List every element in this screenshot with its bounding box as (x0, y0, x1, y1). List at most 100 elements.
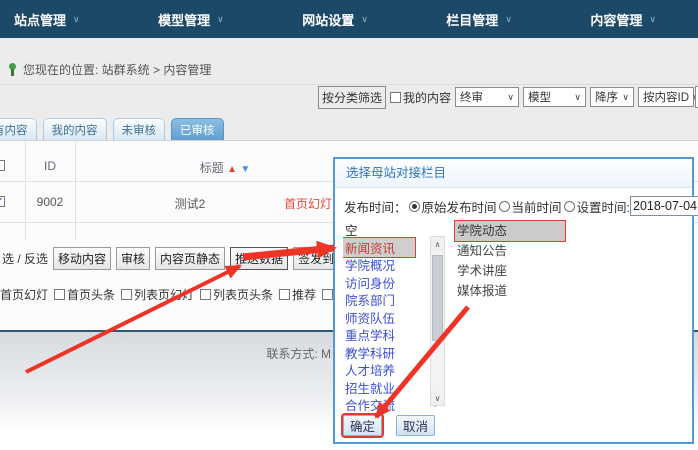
radio-original-time-label: 原始发布时间 (422, 197, 497, 216)
list-item-label: 空 (343, 221, 415, 239)
radio-current-time[interactable] (499, 201, 510, 212)
chevron-down-icon: ∨ (622, 92, 629, 103)
chevron-down-icon: ∨ (217, 14, 224, 25)
sort-ascending-icon[interactable]: ▲ (227, 164, 237, 175)
select-value: 模型 (528, 89, 551, 105)
list-item-cooperation[interactable]: 合作交流▸ (343, 396, 439, 414)
list-item-label: 学院概况 (343, 255, 415, 274)
chevron-down-icon: ∨ (73, 14, 80, 25)
select-value: 降序 (595, 89, 618, 105)
chevron-down-icon: ∨ (574, 92, 581, 103)
list-item-label: 人才培养 (343, 360, 415, 379)
sort-field-select[interactable]: 按内容ID∨ (638, 87, 694, 107)
list-item-visitor-identity[interactable]: 访问身份▸ (343, 274, 439, 292)
list-item-empty[interactable]: 空 (343, 221, 439, 239)
select-value: 按内容ID (643, 89, 689, 105)
list-item-teaching-research[interactable]: 教学科研▸ (343, 344, 439, 362)
parent-column-list: 空 新闻资讯▸ 学院概况▸ 访问身份▸ 院系部门▸ 师资队伍▸ 重点学科▸ 教学… (343, 221, 439, 417)
push-data-button[interactable]: 推送数据 (230, 247, 288, 270)
list-item-label: 教学科研 (343, 343, 415, 362)
select-all-checkbox[interactable] (0, 160, 5, 171)
flag-label: 列表页幻灯 (134, 286, 194, 303)
column-header-id: ID (25, 159, 75, 173)
static-page-button[interactable]: 内容页静态 (155, 247, 225, 270)
flag-label: 首页幻灯 (0, 286, 48, 303)
dialog-buttons: 确定 取消 (343, 415, 435, 436)
flag-checkbox[interactable] (54, 289, 65, 300)
nav-column-management[interactable]: 栏目管理∨ (446, 10, 512, 29)
list-item-label: 师资队伍 (343, 308, 415, 327)
row-checkbox[interactable]: ✓ (0, 196, 5, 207)
location-icon (8, 63, 17, 77)
flag-list-headline: 列表页头条 (200, 286, 273, 303)
sub-column-list: 学院动态 通知公告 学术讲座 媒体报道 (455, 221, 565, 301)
flag-checkbox[interactable] (322, 289, 333, 300)
column-header-title: 标题 ▲ ▼ (90, 159, 360, 176)
radio-set-time-label: 设置时间: (577, 197, 630, 216)
radio-original-time[interactable] (409, 201, 420, 212)
radio-current-time-label: 当前时间 (512, 197, 562, 216)
chevron-down-icon: ∨ (361, 14, 368, 25)
final-review-select[interactable]: 终审∨ (455, 87, 519, 107)
footer-contact: 联系方式: M (230, 345, 331, 362)
nav-content-management[interactable]: 内容管理∨ (590, 10, 656, 29)
scroll-down-icon[interactable]: ∨ (431, 391, 444, 405)
list-item-label: 访问身份 (343, 273, 415, 292)
list-item-label: 新闻资讯 (343, 238, 415, 257)
chevron-down-icon: ∨ (505, 14, 512, 25)
sub-item-college-news[interactable]: 学院动态 (455, 221, 565, 241)
sort-descending-icon[interactable]: ▼ (240, 164, 250, 175)
flag-checkbox[interactable] (121, 289, 132, 300)
list-item-label: 重点学科 (343, 325, 415, 344)
tab-all-content[interactable]: 有内容 (0, 118, 37, 140)
list-item-news[interactable]: 新闻资讯▸ (343, 239, 439, 257)
nav-label: 内容管理 (590, 10, 642, 29)
my-content-label: 我的内容 (403, 89, 451, 106)
list-item-college-overview[interactable]: 学院概况▸ (343, 256, 439, 274)
sub-item-notices[interactable]: 通知公告 (455, 241, 565, 261)
flag-label: 列表页头条 (213, 286, 273, 303)
cancel-button[interactable]: 取消 (396, 415, 435, 436)
ok-button[interactable]: 确定 (343, 415, 382, 436)
move-content-button[interactable]: 移动内容 (53, 247, 111, 270)
flag-label: 推荐 (292, 286, 316, 303)
flag-home-headline: 首页头条 (54, 286, 115, 303)
nav-model-management[interactable]: 模型管理∨ (158, 10, 224, 29)
sub-item-media-reports[interactable]: 媒体报道 (455, 281, 565, 301)
filter-by-category-button[interactable]: 按分类筛选 (318, 86, 386, 109)
datetime-input[interactable] (630, 196, 698, 216)
tab-strip: 有内容 我的内容 未审核 已审核 (0, 117, 224, 140)
tab-my-content[interactable]: 我的内容 (43, 118, 107, 140)
top-nav: 站点管理∨ 模型管理∨ 网站设置∨ 栏目管理∨ 内容管理∨ (0, 0, 698, 38)
row-flag-badge: 首页幻灯 (284, 195, 332, 212)
list-item-label: 院系部门 (343, 290, 415, 309)
scroll-up-icon[interactable]: ∧ (431, 237, 444, 251)
breadcrumb-text: 您现在的位置: 站群系统 > 内容管理 (23, 61, 211, 78)
publish-time-row: 发布时间： 原始发布时间 当前时间 设置时间: (344, 196, 698, 216)
list-item-label: 合作交流 (343, 395, 415, 414)
nav-website-settings[interactable]: 网站设置∨ (302, 10, 368, 29)
list-item-key-disciplines[interactable]: 重点学科▸ (343, 326, 439, 344)
list-item-talent-training[interactable]: 人才培养▸ (343, 361, 439, 379)
flag-label: 首页头条 (67, 286, 115, 303)
sort-order-select[interactable]: 降序 ∨ (590, 87, 634, 107)
list-item-departments[interactable]: 院系部门▸ (343, 291, 439, 309)
flag-checkbox[interactable] (279, 289, 290, 300)
list-scrollbar[interactable]: ∧ ∨ (430, 236, 445, 406)
flag-home-slide: 首页幻灯 (0, 286, 48, 303)
tab-reviewed[interactable]: 已审核 (171, 118, 224, 140)
publish-time-label: 发布时间： (344, 197, 407, 216)
flag-list-slide: 列表页幻灯 (121, 286, 194, 303)
model-select[interactable]: 模型 ∨ (523, 87, 586, 107)
my-content-checkbox[interactable] (390, 92, 401, 103)
select-invert-label[interactable]: 选 / 反选 (2, 250, 48, 267)
nav-site-management[interactable]: 站点管理∨ (14, 10, 80, 29)
sub-item-lectures[interactable]: 学术讲座 (455, 261, 565, 281)
radio-set-time[interactable] (564, 201, 575, 212)
flag-checkbox[interactable] (200, 289, 211, 300)
list-item-faculty[interactable]: 师资队伍▸ (343, 309, 439, 327)
review-button[interactable]: 审核 (116, 247, 150, 270)
tab-unreviewed[interactable]: 未审核 (113, 118, 166, 140)
list-item-admissions[interactable]: 招生就业▸ (343, 379, 439, 397)
scrollbar-thumb[interactable] (432, 255, 443, 341)
